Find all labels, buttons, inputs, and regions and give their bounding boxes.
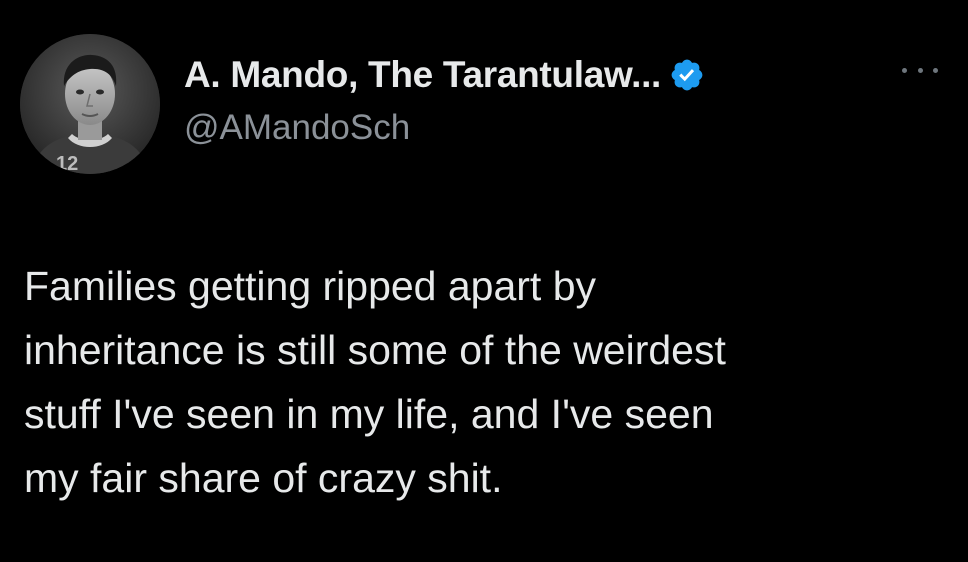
tweet-text-line: my fair share of crazy shit. xyxy=(24,455,503,501)
verified-badge-icon xyxy=(669,57,705,93)
display-name[interactable]: A. Mando, The Tarantulaw... xyxy=(184,54,661,96)
tweet-card: 12 A. Mando, The Tarantulaw... @AMandoSc… xyxy=(0,0,968,562)
more-options-dot xyxy=(917,67,923,73)
tweet-text-line: stuff I've seen in my life, and I've see… xyxy=(24,391,714,437)
avatar[interactable]: 12 xyxy=(20,34,160,174)
tweet-text-line: inheritance is still some of the weirdes… xyxy=(24,327,726,373)
author-name-row[interactable]: A. Mando, The Tarantulaw... xyxy=(184,50,705,100)
svg-text:12: 12 xyxy=(56,153,78,174)
more-options-dot xyxy=(902,67,907,73)
author-handle[interactable]: @AMandoSch xyxy=(184,108,410,148)
more-options-icon[interactable] xyxy=(902,60,938,80)
profile-photo-image: 12 xyxy=(20,34,160,174)
more-options-dot xyxy=(933,67,938,73)
tweet-text: Families getting ripped apart by inherit… xyxy=(24,254,954,510)
tweet-text-line: Families getting ripped apart by xyxy=(24,263,597,309)
